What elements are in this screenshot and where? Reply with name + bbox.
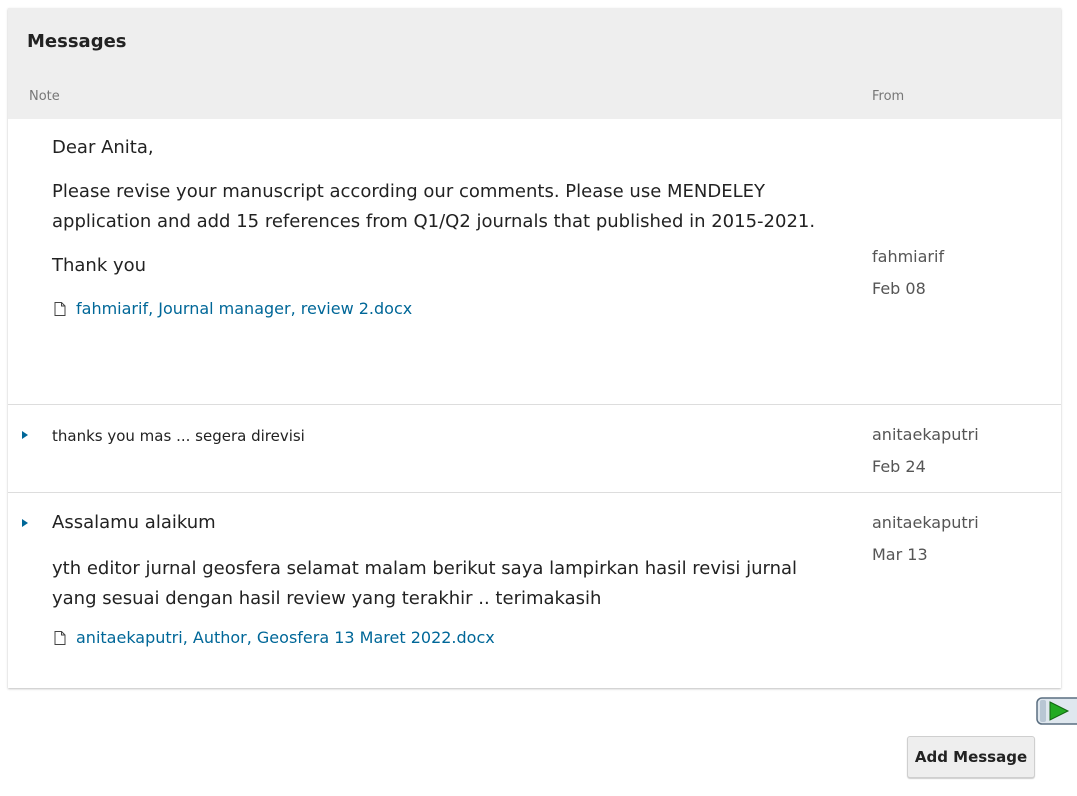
message-date: Feb 24 xyxy=(872,457,926,476)
message-row[interactable]: Dear Anita, Please revise your manuscrip… xyxy=(8,119,1061,405)
message-paragraph: Dear Anita, xyxy=(52,137,154,158)
attachment-name: fahmiarif, Journal manager, review 2.doc… xyxy=(76,299,413,318)
expand-triangle-icon[interactable] xyxy=(22,431,28,439)
message-paragraph: Thank you xyxy=(52,255,147,276)
attachment-link[interactable]: anitaekaputri, Author, Geosfera 13 Maret… xyxy=(52,628,842,647)
panel-header: Messages Note From xyxy=(8,8,1061,119)
file-icon xyxy=(54,301,66,316)
expand-triangle-icon[interactable] xyxy=(22,519,28,527)
add-message-button[interactable]: Add Message xyxy=(907,736,1035,778)
message-row[interactable]: thanks you mas ... segera direvisi anita… xyxy=(8,405,1061,493)
messages-panel: Messages Note From Dear Anita, Please re… xyxy=(8,8,1061,688)
message-from: anitaekaputri Mar 13 xyxy=(872,507,979,571)
sender-name: anitaekaputri xyxy=(872,513,979,532)
message-paragraph: thanks you mas ... segera direvisi xyxy=(52,427,305,445)
message-note: Dear Anita, Please revise your manuscrip… xyxy=(52,133,842,318)
message-paragraph: Please revise your manuscript according … xyxy=(52,181,816,232)
play-icon[interactable] xyxy=(1036,697,1077,725)
message-date: Feb 08 xyxy=(872,279,926,298)
file-icon xyxy=(54,630,66,645)
sender-name: fahmiarif xyxy=(872,247,945,266)
message-from: anitaekaputri Feb 24 xyxy=(872,419,979,483)
column-header-note: Note xyxy=(29,89,60,104)
message-date: Mar 13 xyxy=(872,545,928,564)
sender-name: anitaekaputri xyxy=(872,425,979,444)
message-paragraph: yth editor jurnal geosfera selamat malam… xyxy=(52,558,798,609)
message-paragraph: Assalamu alaikum xyxy=(52,512,216,533)
message-note: Assalamu alaikum yth editor jurnal geosf… xyxy=(52,508,842,647)
panel-title: Messages xyxy=(27,31,127,52)
attachment-link[interactable]: fahmiarif, Journal manager, review 2.doc… xyxy=(52,299,842,318)
column-header-from: From xyxy=(872,89,905,104)
message-from: fahmiarif Feb 08 xyxy=(872,241,944,305)
message-note: thanks you mas ... segera direvisi xyxy=(52,425,842,447)
attachment-name: anitaekaputri, Author, Geosfera 13 Maret… xyxy=(76,628,495,647)
message-row[interactable]: Assalamu alaikum yth editor jurnal geosf… xyxy=(8,493,1061,688)
